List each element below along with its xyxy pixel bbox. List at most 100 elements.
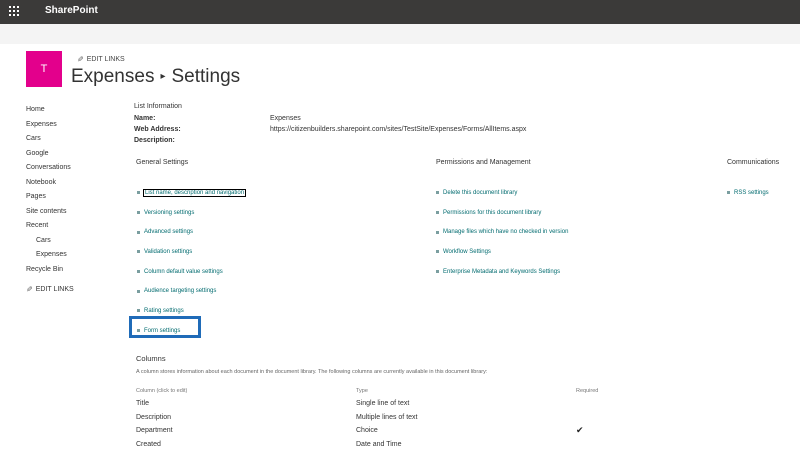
command-strip <box>0 24 800 44</box>
name-label: Name: <box>134 113 270 124</box>
bullet-icon <box>137 309 140 312</box>
link-label: Workflow Settings <box>443 249 491 255</box>
web-address-value: https://citizenbuilders.sharepoint.com/s… <box>270 124 526 135</box>
columns-table: Column (click to edit) Type Required Tit… <box>136 385 656 451</box>
nav-item-notebook[interactable]: Notebook <box>26 176 116 191</box>
suite-bar: SharePoint <box>0 0 800 24</box>
table-row: Title Single line of text <box>136 397 656 411</box>
bullet-icon <box>137 231 140 234</box>
link-versioning-settings[interactable]: Versioning settings <box>137 203 245 223</box>
nav-item-recent-expenses[interactable]: Expenses <box>26 248 116 263</box>
link-workflow-settings[interactable]: Workflow Settings <box>436 242 568 262</box>
column-type: Choice <box>356 424 378 438</box>
link-label: Permissions for this document library <box>443 210 541 216</box>
breadcrumb-separator-icon: ▸ <box>160 71 165 82</box>
column-name-link[interactable]: Description <box>136 411 171 425</box>
required-check-icon: ✔ <box>576 424 584 438</box>
list-information-heading: List Information <box>134 103 526 110</box>
nav-item-cars[interactable]: Cars <box>26 132 116 147</box>
column-name-link[interactable]: Title <box>136 397 149 411</box>
app-launcher-icon[interactable] <box>9 6 21 18</box>
column-type: Single line of text <box>356 397 409 411</box>
bullet-icon <box>137 250 140 253</box>
info-row-name: Name: Expenses <box>134 113 526 124</box>
nav-item-site-contents[interactable]: Site contents <box>26 205 116 220</box>
bullet-icon <box>436 211 439 214</box>
name-value: Expenses <box>270 113 301 124</box>
link-list-name-description-navigation[interactable]: List name, description and navigation <box>137 183 245 203</box>
web-address-label: Web Address: <box>134 124 270 135</box>
column-name-link[interactable]: Department <box>136 424 173 438</box>
link-manage-unchecked-files[interactable]: Manage files which have no checked in ve… <box>436 222 568 242</box>
permissions-links: Delete this document library Permissions… <box>436 183 568 281</box>
general-settings-heading: General Settings <box>136 159 188 166</box>
edit-links-label: EDIT LINKS <box>87 56 125 63</box>
columns-table-header: Column (click to edit) Type Required <box>136 385 656 397</box>
nav-item-expenses[interactable]: Expenses <box>26 118 116 133</box>
edit-links-nav-label: EDIT LINKS <box>36 283 74 298</box>
left-navigation: Home Expenses Cars Google Conversations … <box>26 103 116 298</box>
communications-links: RSS settings <box>727 183 769 203</box>
table-row: Created Date and Time <box>136 438 656 451</box>
columns-description: A column stores information about each d… <box>136 369 487 375</box>
nav-item-recent: Recent <box>26 219 116 234</box>
column-type: Date and Time <box>356 438 402 451</box>
table-row: Description Multiple lines of text <box>136 411 656 425</box>
breadcrumb-list[interactable]: Expenses <box>71 66 154 87</box>
form-settings-highlight-box <box>129 316 201 338</box>
link-label: List name, description and navigation <box>144 190 245 196</box>
site-logo[interactable]: T <box>26 51 62 87</box>
permissions-heading: Permissions and Management <box>436 159 531 166</box>
bullet-icon <box>137 290 140 293</box>
bullet-icon <box>436 250 439 253</box>
bullet-icon <box>727 191 730 194</box>
link-advanced-settings[interactable]: Advanced settings <box>137 222 245 242</box>
link-column-default-value-settings[interactable]: Column default value settings <box>137 262 245 282</box>
link-label: RSS settings <box>734 190 769 196</box>
info-row-address: Web Address: https://citizenbuilders.sha… <box>134 124 526 135</box>
header-column: Column (click to edit) <box>136 385 187 397</box>
column-name-link[interactable]: Created <box>136 438 161 451</box>
nav-item-recent-cars[interactable]: Cars <box>26 234 116 249</box>
link-enterprise-metadata-keywords[interactable]: Enterprise Metadata and Keywords Setting… <box>436 262 568 282</box>
header-type: Type <box>356 385 368 397</box>
page-title: Expenses ▸ Settings <box>71 66 240 88</box>
link-label: Audience targeting settings <box>144 288 216 294</box>
bullet-icon <box>436 231 439 234</box>
header-required: Required <box>576 385 598 397</box>
bullet-icon <box>436 191 439 194</box>
communications-heading: Communications <box>727 159 779 166</box>
description-label: Description: <box>134 135 270 146</box>
link-delete-document-library[interactable]: Delete this document library <box>436 183 568 203</box>
edit-links-top[interactable]: ✎ EDIT LINKS <box>77 55 125 64</box>
bullet-icon <box>137 191 140 194</box>
breadcrumb-page: Settings <box>171 66 240 87</box>
link-label: Advanced settings <box>144 229 193 235</box>
nav-item-conversations[interactable]: Conversations <box>26 161 116 176</box>
link-label: Enterprise Metadata and Keywords Setting… <box>443 269 560 275</box>
sharepoint-brand[interactable]: SharePoint <box>45 5 98 16</box>
link-label: Rating settings <box>144 308 184 314</box>
list-information: List Information Name: Expenses Web Addr… <box>134 103 526 146</box>
link-label: Delete this document library <box>443 190 517 196</box>
nav-item-recycle-bin[interactable]: Recycle Bin <box>26 263 116 278</box>
nav-item-home[interactable]: Home <box>26 103 116 118</box>
bullet-icon <box>436 270 439 273</box>
link-validation-settings[interactable]: Validation settings <box>137 242 245 262</box>
bullet-icon <box>137 211 140 214</box>
edit-links-nav[interactable]: ✎ EDIT LINKS <box>26 283 116 298</box>
column-type: Multiple lines of text <box>356 411 417 425</box>
link-audience-targeting-settings[interactable]: Audience targeting settings <box>137 281 245 301</box>
link-permissions-document-library[interactable]: Permissions for this document library <box>436 203 568 223</box>
link-label: Manage files which have no checked in ve… <box>443 229 568 235</box>
pencil-icon: ✎ <box>26 283 33 298</box>
nav-item-pages[interactable]: Pages <box>26 190 116 205</box>
bullet-icon <box>137 270 140 273</box>
info-row-description: Description: <box>134 135 526 146</box>
pencil-icon: ✎ <box>77 55 84 64</box>
table-row: Department Choice ✔ <box>136 424 656 438</box>
link-rss-settings[interactable]: RSS settings <box>727 183 769 203</box>
link-label: Validation settings <box>144 249 192 255</box>
columns-heading: Columns <box>136 354 166 363</box>
nav-item-google[interactable]: Google <box>26 147 116 162</box>
